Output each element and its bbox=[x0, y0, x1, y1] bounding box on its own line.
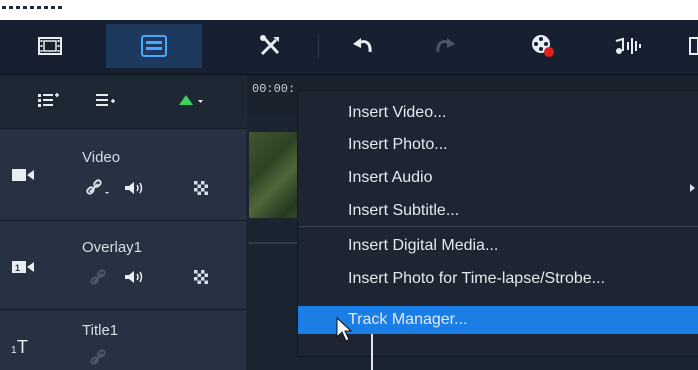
link-toggle[interactable] bbox=[90, 348, 108, 366]
menu-item-insert-video[interactable]: Insert Video... bbox=[348, 104, 446, 122]
transparency-toggle[interactable] bbox=[194, 181, 208, 195]
video-track-icon bbox=[10, 162, 36, 188]
mute-toggle[interactable] bbox=[124, 270, 144, 284]
menu-item-insert-subtitle[interactable]: Insert Subtitle... bbox=[348, 202, 459, 220]
menu-item-insert-audio[interactable]: Insert Audio bbox=[348, 169, 433, 187]
ruler-timecode: 00:00: bbox=[252, 82, 296, 96]
timeline-playhead[interactable] bbox=[371, 334, 373, 370]
timeline-view-button[interactable] bbox=[106, 24, 202, 68]
track-label: Video bbox=[82, 149, 121, 166]
mouse-cursor-icon bbox=[336, 317, 352, 342]
menu-item-label: Track Manager... bbox=[348, 311, 468, 328]
menu-divider bbox=[298, 226, 698, 227]
music-wave-icon bbox=[615, 37, 641, 54]
main-toolbar bbox=[0, 20, 698, 75]
toolbar-divider bbox=[318, 34, 319, 58]
track-manager-button[interactable] bbox=[38, 89, 60, 111]
speaker-icon bbox=[125, 271, 143, 283]
add-remove-chapter-button[interactable] bbox=[96, 89, 116, 111]
menu-item-track-manager[interactable]: Track Manager... bbox=[298, 306, 698, 334]
speaker-icon bbox=[125, 182, 143, 194]
track-toolbar bbox=[0, 75, 246, 127]
track-list-icon bbox=[38, 93, 59, 107]
checker-icon bbox=[194, 181, 208, 195]
link-icon bbox=[90, 349, 106, 365]
partial-icon bbox=[689, 37, 698, 55]
auto-music-button[interactable] bbox=[610, 24, 644, 68]
undo-icon bbox=[353, 38, 372, 53]
track-title1[interactable]: 1T Title1 bbox=[0, 309, 246, 370]
track-video[interactable]: Video bbox=[0, 128, 246, 220]
window-top-strip bbox=[0, 0, 698, 20]
redo-icon bbox=[436, 38, 455, 53]
title-track-icon: 1T bbox=[10, 332, 36, 358]
svg-text:1: 1 bbox=[15, 263, 20, 273]
context-menu: Insert Video... Insert Photo... Insert A… bbox=[297, 90, 698, 357]
green-triangle-icon bbox=[179, 95, 203, 105]
track-options-dropdown[interactable] bbox=[178, 89, 206, 111]
track-overlay1[interactable]: 1 Overlay1 bbox=[0, 220, 246, 309]
record-capture-button[interactable] bbox=[526, 24, 560, 68]
link-toggle[interactable] bbox=[86, 178, 112, 196]
tools-icon bbox=[260, 35, 280, 56]
storyboard-view-button[interactable] bbox=[30, 24, 70, 68]
overlay-track-divider bbox=[249, 242, 301, 244]
transparency-toggle[interactable] bbox=[194, 270, 208, 284]
redo-button[interactable] bbox=[430, 24, 460, 68]
film-reel-record-icon bbox=[532, 35, 554, 57]
timeline-icon bbox=[141, 35, 167, 57]
menu-item-insert-photo-timelapse[interactable]: Insert Photo for Time-lapse/Strobe... bbox=[348, 270, 605, 288]
link-icon bbox=[86, 179, 109, 195]
mute-toggle[interactable] bbox=[124, 181, 144, 195]
undo-button[interactable] bbox=[348, 24, 378, 68]
grip-dots bbox=[2, 6, 62, 9]
track-label: Overlay1 bbox=[82, 239, 143, 256]
submenu-arrow-icon bbox=[690, 184, 695, 192]
overlay-track-icon: 1 bbox=[10, 254, 36, 280]
more-toolbar-button[interactable] bbox=[688, 24, 698, 68]
link-toggle[interactable] bbox=[90, 268, 108, 286]
menu-item-insert-photo[interactable]: Insert Photo... bbox=[348, 136, 448, 154]
list-plus-icon bbox=[96, 94, 115, 106]
filmstrip-icon bbox=[38, 37, 62, 55]
menu-item-insert-digital-media[interactable]: Insert Digital Media... bbox=[348, 237, 498, 255]
svg-text:T: T bbox=[17, 337, 28, 355]
checker-icon bbox=[194, 270, 208, 284]
tools-button[interactable] bbox=[254, 24, 288, 68]
link-icon bbox=[90, 269, 106, 285]
track-label: Title1 bbox=[82, 322, 119, 339]
